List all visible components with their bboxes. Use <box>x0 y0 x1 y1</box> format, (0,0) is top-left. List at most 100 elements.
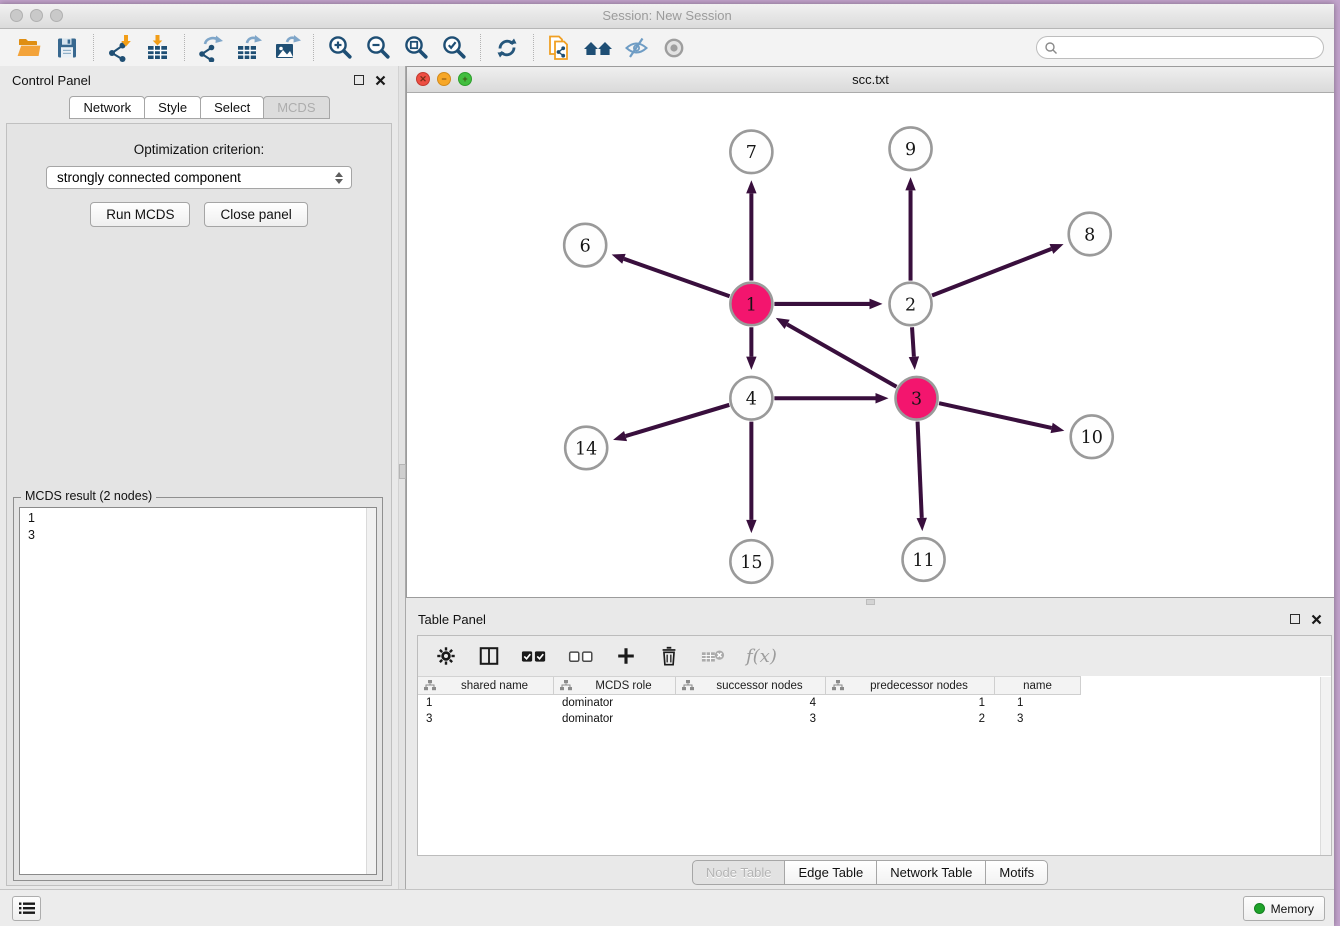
first-neighbors-button[interactable] <box>579 32 617 63</box>
zoom-out-button[interactable] <box>359 32 397 63</box>
run-mcds-button[interactable]: Run MCDS <box>90 202 190 227</box>
tab-style[interactable]: Style <box>144 96 201 119</box>
task-history-button[interactable] <box>12 896 41 921</box>
delete-column-icon[interactable] <box>658 645 680 667</box>
select-stepper-icon <box>332 167 346 188</box>
column-header-MCDS-role[interactable]: MCDS role <box>554 677 676 694</box>
column-label: shared name <box>436 680 553 692</box>
close-window-button[interactable] <box>10 9 23 22</box>
tab-node-table[interactable]: Node Table <box>692 860 786 885</box>
open-session-button[interactable] <box>10 32 48 63</box>
deselect-all-icon[interactable] <box>568 647 594 665</box>
export-table-button[interactable] <box>230 32 268 63</box>
main-toolbar <box>0 29 1334 67</box>
create-network-view-button[interactable] <box>541 32 579 63</box>
network-graph[interactable]: 1234678910111415 <box>407 93 1334 597</box>
list-icon <box>19 902 35 915</box>
close-table-panel-icon[interactable] <box>1311 614 1322 625</box>
column-sort-icon <box>832 680 844 691</box>
edge-2-3[interactable] <box>912 327 914 357</box>
add-column-icon[interactable] <box>615 645 637 667</box>
delete-table-icon <box>701 647 725 665</box>
toolbar-separator <box>533 34 534 61</box>
double-home-icon <box>583 35 613 61</box>
zoom-window-button[interactable] <box>50 9 63 22</box>
tab-motifs[interactable]: Motifs <box>985 860 1048 885</box>
column-header-shared-name[interactable]: shared name <box>418 677 554 694</box>
float-panel-icon[interactable] <box>354 75 364 85</box>
edge-arrowhead <box>869 299 882 310</box>
table-scrollbar[interactable] <box>1320 677 1331 855</box>
column-header-successor-nodes[interactable]: successor nodes <box>676 677 826 694</box>
control-panel-tabs: NetworkStyleSelectMCDS <box>0 96 398 119</box>
graph-node-label-8: 8 <box>1084 225 1095 245</box>
save-session-button[interactable] <box>48 32 86 63</box>
table-header-row: shared nameMCDS rolesuccessor nodes prede… <box>418 676 1081 695</box>
select-all-icon[interactable] <box>521 647 547 665</box>
network-close-button[interactable]: ✕ <box>416 72 430 86</box>
zoom-selected-button[interactable] <box>435 32 473 63</box>
panel-splitter[interactable] <box>398 66 406 890</box>
status-bar: Memory <box>0 889 1334 926</box>
edge-3-11[interactable] <box>918 422 922 518</box>
table-row[interactable]: 3dominator323 <box>418 711 1331 727</box>
graph-node-label-9: 9 <box>905 140 916 160</box>
control-panel-title: Control Panel <box>12 73 91 88</box>
criterion-select[interactable]: strongly connected component <box>46 166 352 189</box>
graph-node-label-1: 1 <box>746 295 757 315</box>
export-network-button[interactable] <box>192 32 230 63</box>
column-label: predecessor nodes <box>844 680 994 692</box>
close-panel-icon[interactable] <box>375 75 386 86</box>
tab-edge-table[interactable]: Edge Table <box>784 860 877 885</box>
eye-icon <box>661 35 687 61</box>
edge-1-6[interactable] <box>624 259 730 296</box>
edge-arrowhead <box>905 177 915 190</box>
tab-network-table[interactable]: Network Table <box>876 860 986 885</box>
hide-graphics-details-button[interactable] <box>617 32 655 63</box>
column-header-name[interactable]: name <box>995 677 1081 694</box>
column-header-predecessor-nodes[interactable]: predecessor nodes <box>826 677 995 694</box>
import-table-button[interactable] <box>139 32 177 63</box>
edge-4-14[interactable] <box>626 405 730 436</box>
show-graphics-details-button[interactable] <box>655 32 693 63</box>
tab-network[interactable]: Network <box>69 96 145 119</box>
split-columns-icon[interactable] <box>478 645 500 667</box>
network-file-icon <box>546 34 574 62</box>
float-table-panel-icon[interactable] <box>1290 614 1300 624</box>
memory-button[interactable]: Memory <box>1243 896 1325 921</box>
table-body: 1dominator4113dominator323 <box>418 695 1331 727</box>
network-maximize-button[interactable]: + <box>458 72 472 86</box>
minimize-window-button[interactable] <box>30 9 43 22</box>
search-field[interactable] <box>1036 36 1324 59</box>
network-canvas[interactable]: 1234678910111415 <box>407 93 1334 597</box>
refresh-button[interactable] <box>488 32 526 63</box>
edge-2-8[interactable] <box>932 249 1051 296</box>
tab-select[interactable]: Select <box>200 96 264 119</box>
result-scrollbar[interactable] <box>366 508 376 874</box>
network-window-title: scc.txt <box>407 67 1334 92</box>
edge-arrowhead <box>746 180 756 193</box>
zoom-fit-button[interactable] <box>397 32 435 63</box>
splitter-handle[interactable] <box>399 464 406 479</box>
save-icon <box>54 35 80 61</box>
edge-3-1[interactable] <box>787 324 896 386</box>
import-network-button[interactable] <box>101 32 139 63</box>
close-panel-button[interactable]: Close panel <box>204 202 307 227</box>
settings-gear-icon[interactable] <box>435 645 457 667</box>
edge-3-10[interactable] <box>939 403 1052 428</box>
network-minimize-button[interactable]: − <box>437 72 451 86</box>
zoom-in-button[interactable] <box>321 32 359 63</box>
horizontal-splitter[interactable] <box>406 598 1334 605</box>
export-network-icon <box>197 34 225 62</box>
edge-arrowhead <box>746 357 756 370</box>
tab-mcds[interactable]: MCDS <box>263 96 329 119</box>
control-panel: Control Panel NetworkStyleSelectMCDS Opt… <box>0 66 398 890</box>
search-input[interactable] <box>1062 38 1323 58</box>
export-image-button[interactable] <box>268 32 306 63</box>
table-row[interactable]: 1dominator411 <box>418 695 1331 711</box>
mcds-result-box[interactable]: 1 3 <box>19 507 377 875</box>
memory-status-icon <box>1254 903 1265 914</box>
table-cell: 3 <box>995 713 1081 725</box>
import-table-icon <box>144 34 172 62</box>
control-panel-titlebar: Control Panel <box>0 66 398 94</box>
